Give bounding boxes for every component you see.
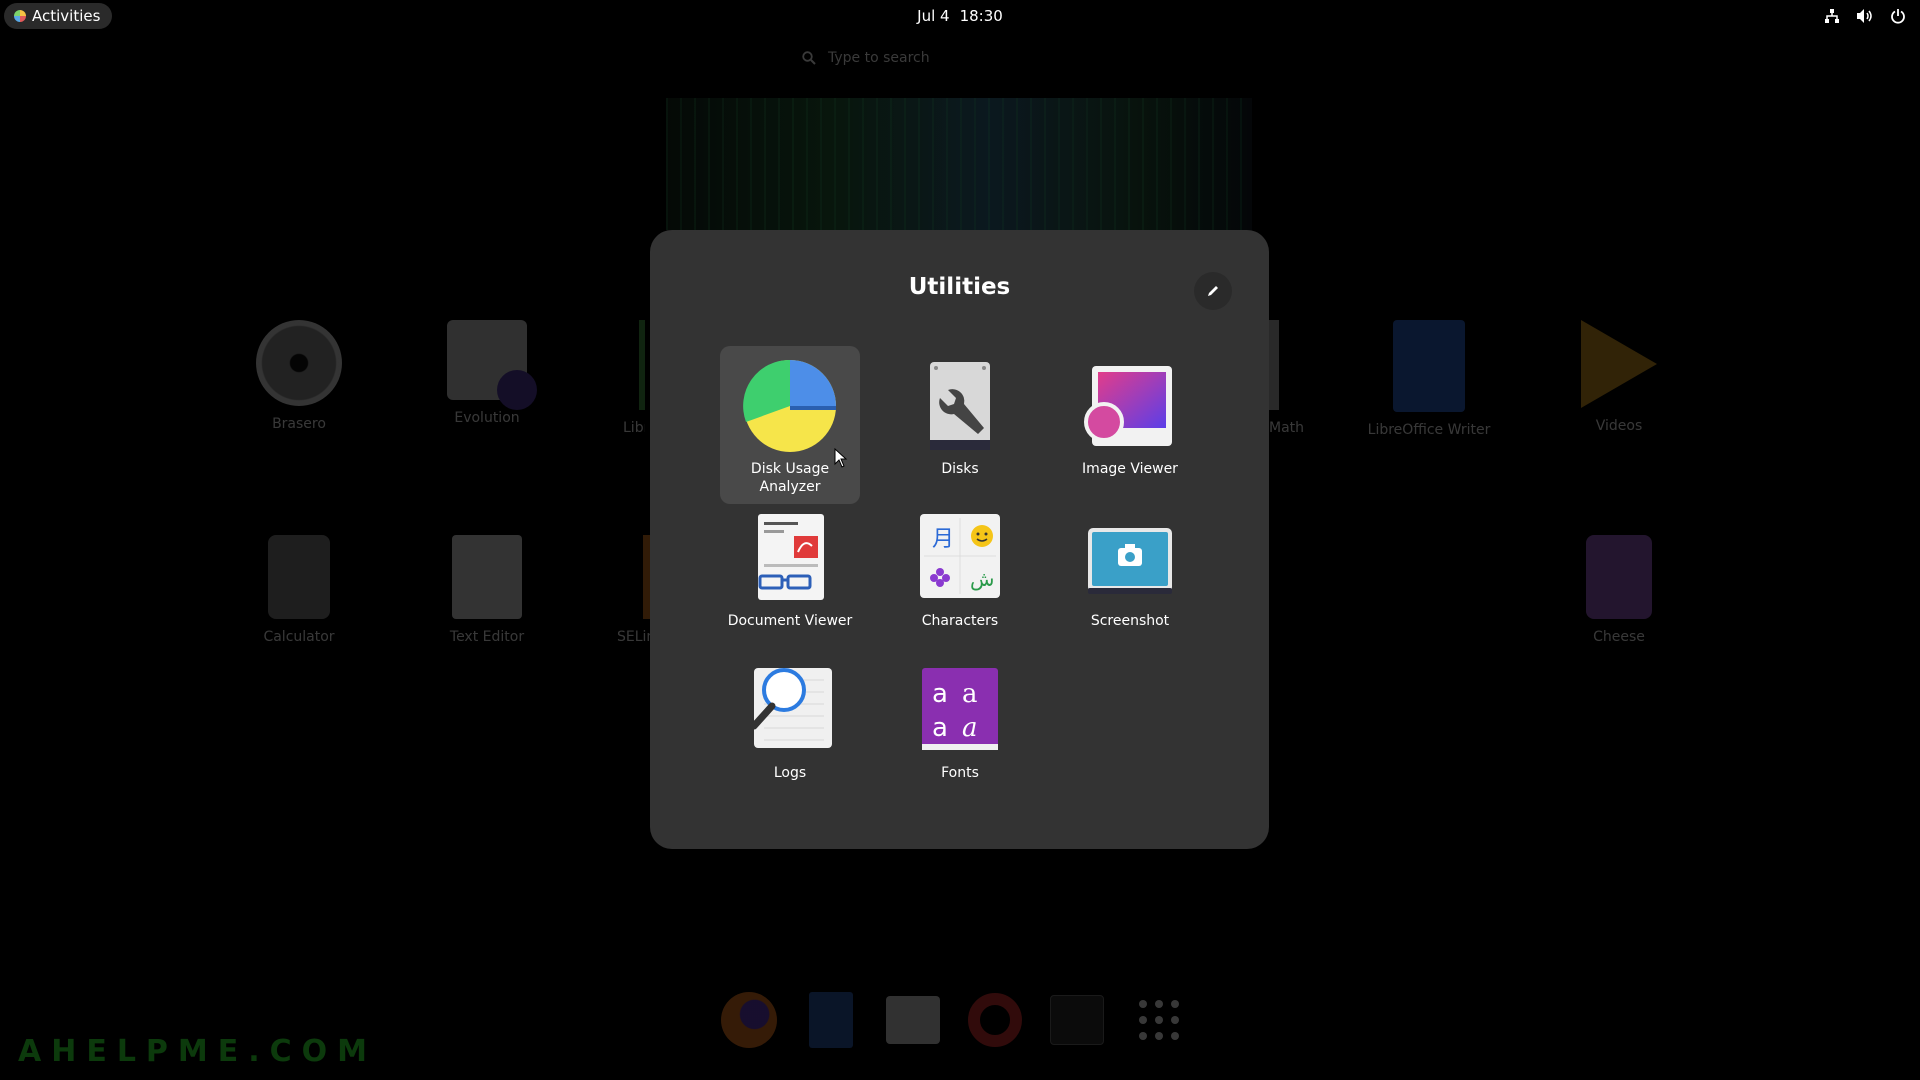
svg-text:a: a xyxy=(932,713,948,743)
app-fonts[interactable]: a a a a Fonts xyxy=(890,650,1030,808)
app-libreoffice-writer[interactable]: LibreOffice Writer xyxy=(1359,320,1499,438)
search-placeholder: Type to search xyxy=(828,50,930,66)
show-apps-icon[interactable] xyxy=(1130,992,1187,1049)
firefox-icon[interactable] xyxy=(720,992,777,1049)
app-label-line2: Analyzer xyxy=(759,479,821,495)
terminal-icon[interactable] xyxy=(1048,992,1105,1049)
svg-text:a: a xyxy=(962,679,978,709)
svg-text:a: a xyxy=(962,713,978,743)
app-brasero[interactable]: Brasero xyxy=(229,320,369,432)
libreoffice-icon xyxy=(639,320,645,410)
app-label: Disks xyxy=(941,461,979,477)
logs-icon xyxy=(742,664,838,760)
workspace-thumbnail[interactable] xyxy=(666,98,1252,230)
app-label: Fonts xyxy=(941,765,979,781)
rename-folder-button[interactable] xyxy=(1194,272,1232,310)
app-image-viewer[interactable]: Image Viewer xyxy=(1060,346,1200,504)
svg-text:ش: ش xyxy=(970,567,994,591)
evolution-icon xyxy=(447,320,537,410)
app-label: Logs xyxy=(773,765,807,781)
dash xyxy=(720,982,1187,1058)
brasero-icon xyxy=(256,320,342,406)
clock-date: Jul 4 xyxy=(917,7,950,25)
app-text-editor[interactable]: Text Editor xyxy=(417,535,557,645)
fonts-icon: a a a a xyxy=(912,664,1008,760)
app-label: Image Viewer xyxy=(1082,461,1178,477)
network-icon[interactable] xyxy=(1824,8,1840,24)
selinux-icon xyxy=(643,535,650,619)
files-icon[interactable] xyxy=(802,992,859,1049)
app-document-viewer[interactable]: Document Viewer xyxy=(720,498,860,656)
videos-icon xyxy=(1581,320,1657,408)
search-entry[interactable]: Type to search xyxy=(802,50,930,66)
app-label: Document Viewer xyxy=(727,613,853,629)
app-screenshot[interactable]: Screenshot xyxy=(1060,498,1200,656)
app-cheese[interactable]: Cheese xyxy=(1549,535,1689,645)
software-icon[interactable] xyxy=(884,992,941,1049)
activities-label: Activities xyxy=(32,7,101,25)
libreoffice-writer-icon xyxy=(1393,320,1465,412)
volume-icon[interactable] xyxy=(1856,8,1874,24)
disks-icon xyxy=(912,360,1008,456)
libreoffice-math-icon xyxy=(1269,320,1279,410)
app-characters[interactable]: 月 ش Characters xyxy=(890,498,1030,656)
app-label: Screenshot xyxy=(1090,613,1170,629)
app-evolution[interactable]: Evolution xyxy=(417,320,557,426)
text-editor-icon xyxy=(452,535,522,619)
top-bar: Activities Jul 4 18:30 xyxy=(0,0,1920,32)
app-calculator[interactable]: Calculator xyxy=(229,535,369,645)
app-libreoffice-math[interactable]: Math xyxy=(1269,320,1319,436)
folder-title: Utilities xyxy=(908,274,1011,300)
help-icon[interactable] xyxy=(966,992,1023,1049)
watermark: AHELPME.COM xyxy=(18,1034,378,1069)
search-icon xyxy=(802,51,816,65)
app-folder-dialog: Utilities Disk Usage Analyzer Disks Imag… xyxy=(650,230,1269,849)
app-libreoffice[interactable]: Libr xyxy=(605,320,645,436)
app-videos[interactable]: Videos xyxy=(1549,320,1689,434)
cheese-icon xyxy=(1586,535,1652,619)
mouse-pointer-icon xyxy=(834,448,848,468)
svg-text:月: 月 xyxy=(932,527,954,552)
calculator-icon xyxy=(268,535,330,619)
power-icon[interactable] xyxy=(1890,8,1906,24)
gnome-logo-icon xyxy=(14,10,26,22)
clock-time: 18:30 xyxy=(959,7,1003,25)
screenshot-icon xyxy=(1082,512,1178,608)
image-viewer-icon xyxy=(1082,360,1178,456)
characters-icon: 月 ش xyxy=(912,512,1008,608)
app-disk-usage-analyzer[interactable]: Disk Usage Analyzer xyxy=(720,346,860,504)
svg-text:a: a xyxy=(932,679,948,709)
system-tray[interactable] xyxy=(1824,0,1906,32)
app-disks[interactable]: Disks xyxy=(890,346,1030,504)
app-label: Characters xyxy=(921,613,999,629)
app-logs[interactable]: Logs xyxy=(720,650,860,808)
disk-usage-analyzer-icon xyxy=(742,359,838,456)
clock-button[interactable]: Jul 4 18:30 xyxy=(917,0,1003,32)
document-viewer-icon xyxy=(742,512,838,608)
app-selinux[interactable]: SELin xyxy=(605,535,650,645)
activities-button[interactable]: Activities xyxy=(4,3,113,29)
pencil-icon xyxy=(1208,286,1218,296)
